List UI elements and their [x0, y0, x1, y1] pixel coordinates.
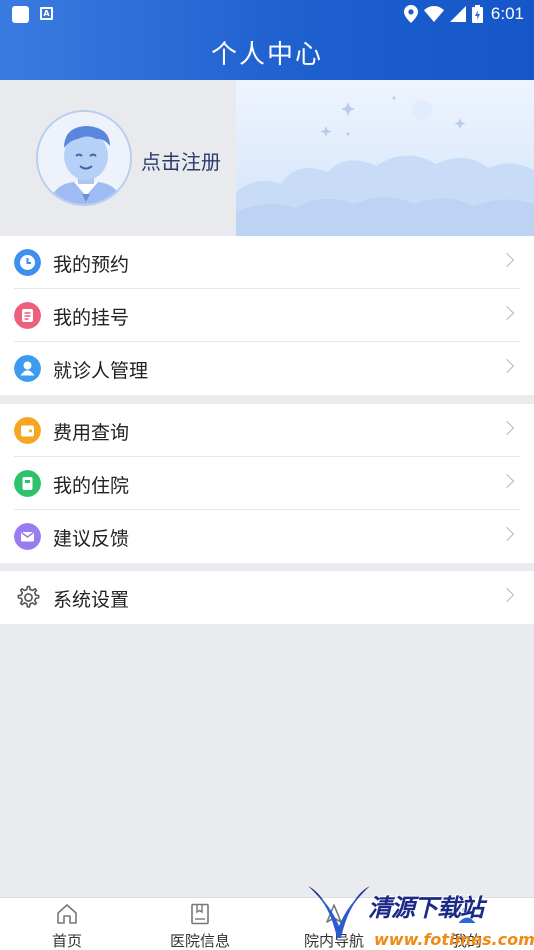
- chevron-right-icon: [499, 358, 515, 374]
- register-ticket-icon: [14, 302, 41, 329]
- wallet-icon: [14, 417, 41, 444]
- profile-banner[interactable]: 点击注册: [0, 80, 534, 236]
- register-link[interactable]: 点击注册: [141, 146, 221, 175]
- app-header: A 6:01 个人中心: [0, 0, 534, 80]
- patient-person-icon: [14, 355, 41, 382]
- avatar[interactable]: [36, 110, 132, 206]
- menu-item-label: 系统设置: [53, 589, 130, 611]
- tab-home[interactable]: 首页: [0, 898, 134, 950]
- status-time: 6:01: [490, 4, 524, 23]
- menu-group-settings: 系统设置: [0, 571, 534, 624]
- watermark-title: 清源下载站: [368, 894, 484, 922]
- status-bar: A 6:01: [0, 0, 534, 28]
- watermark-logo-wings: [308, 886, 370, 938]
- signal-icon: [449, 6, 466, 22]
- menu-group-services: 费用查询 我的住院 建议反馈: [0, 404, 534, 563]
- mail-icon: [14, 523, 41, 550]
- location-icon: [403, 5, 418, 23]
- menu-item-feedback[interactable]: 建议反馈: [0, 510, 534, 563]
- menu-item-label: 建议反馈: [53, 528, 130, 550]
- menu-item-label: 费用查询: [53, 422, 130, 444]
- hospital-bed-icon: [14, 470, 41, 497]
- menu-item-label: 我的预约: [53, 254, 130, 276]
- notification-app-icon: [12, 6, 29, 23]
- menu-item-my-hospitalization[interactable]: 我的住院: [0, 457, 534, 510]
- default-avatar-illustration: [38, 112, 130, 204]
- chevron-right-icon: [499, 252, 515, 268]
- chevron-right-icon: [499, 526, 515, 542]
- clock-icon: [14, 249, 41, 276]
- tab-label: 医院信息: [169, 932, 230, 950]
- battery-icon: [471, 5, 483, 23]
- menu-item-fee-inquiry[interactable]: 费用查询: [0, 404, 534, 457]
- book-icon: [191, 903, 209, 925]
- cloud-background-illustration: [236, 80, 534, 236]
- menu-item-label: 就诊人管理: [53, 360, 149, 382]
- page-title: 个人中心: [210, 40, 323, 70]
- menu-item-label: 我的住院: [53, 475, 130, 497]
- chevron-right-icon: [499, 587, 515, 603]
- gear-icon: [17, 585, 40, 608]
- wifi-icon: [423, 6, 444, 22]
- tab-label: 首页: [51, 932, 82, 950]
- chevron-right-icon: [499, 473, 515, 489]
- menu-item-patient-management[interactable]: 就诊人管理: [0, 342, 534, 395]
- notification-a-icon: A: [40, 7, 53, 20]
- menu-item-label: 我的挂号: [53, 307, 130, 329]
- tab-hospital-info[interactable]: 医院信息: [133, 898, 267, 950]
- chevron-right-icon: [499, 420, 515, 436]
- chevron-right-icon: [499, 305, 515, 321]
- watermark-url: www.fotimes.com: [374, 930, 534, 949]
- watermark: 清源下载站 www.fotimes.com: [302, 878, 534, 950]
- menu-item-my-registration[interactable]: 我的挂号: [0, 289, 534, 342]
- menu-group-appointments: 我的预约 我的挂号 就诊人管理: [0, 236, 534, 395]
- menu-item-my-appointments[interactable]: 我的预约: [0, 236, 534, 289]
- menu-item-system-settings[interactable]: 系统设置: [0, 571, 534, 624]
- home-icon: [57, 904, 77, 924]
